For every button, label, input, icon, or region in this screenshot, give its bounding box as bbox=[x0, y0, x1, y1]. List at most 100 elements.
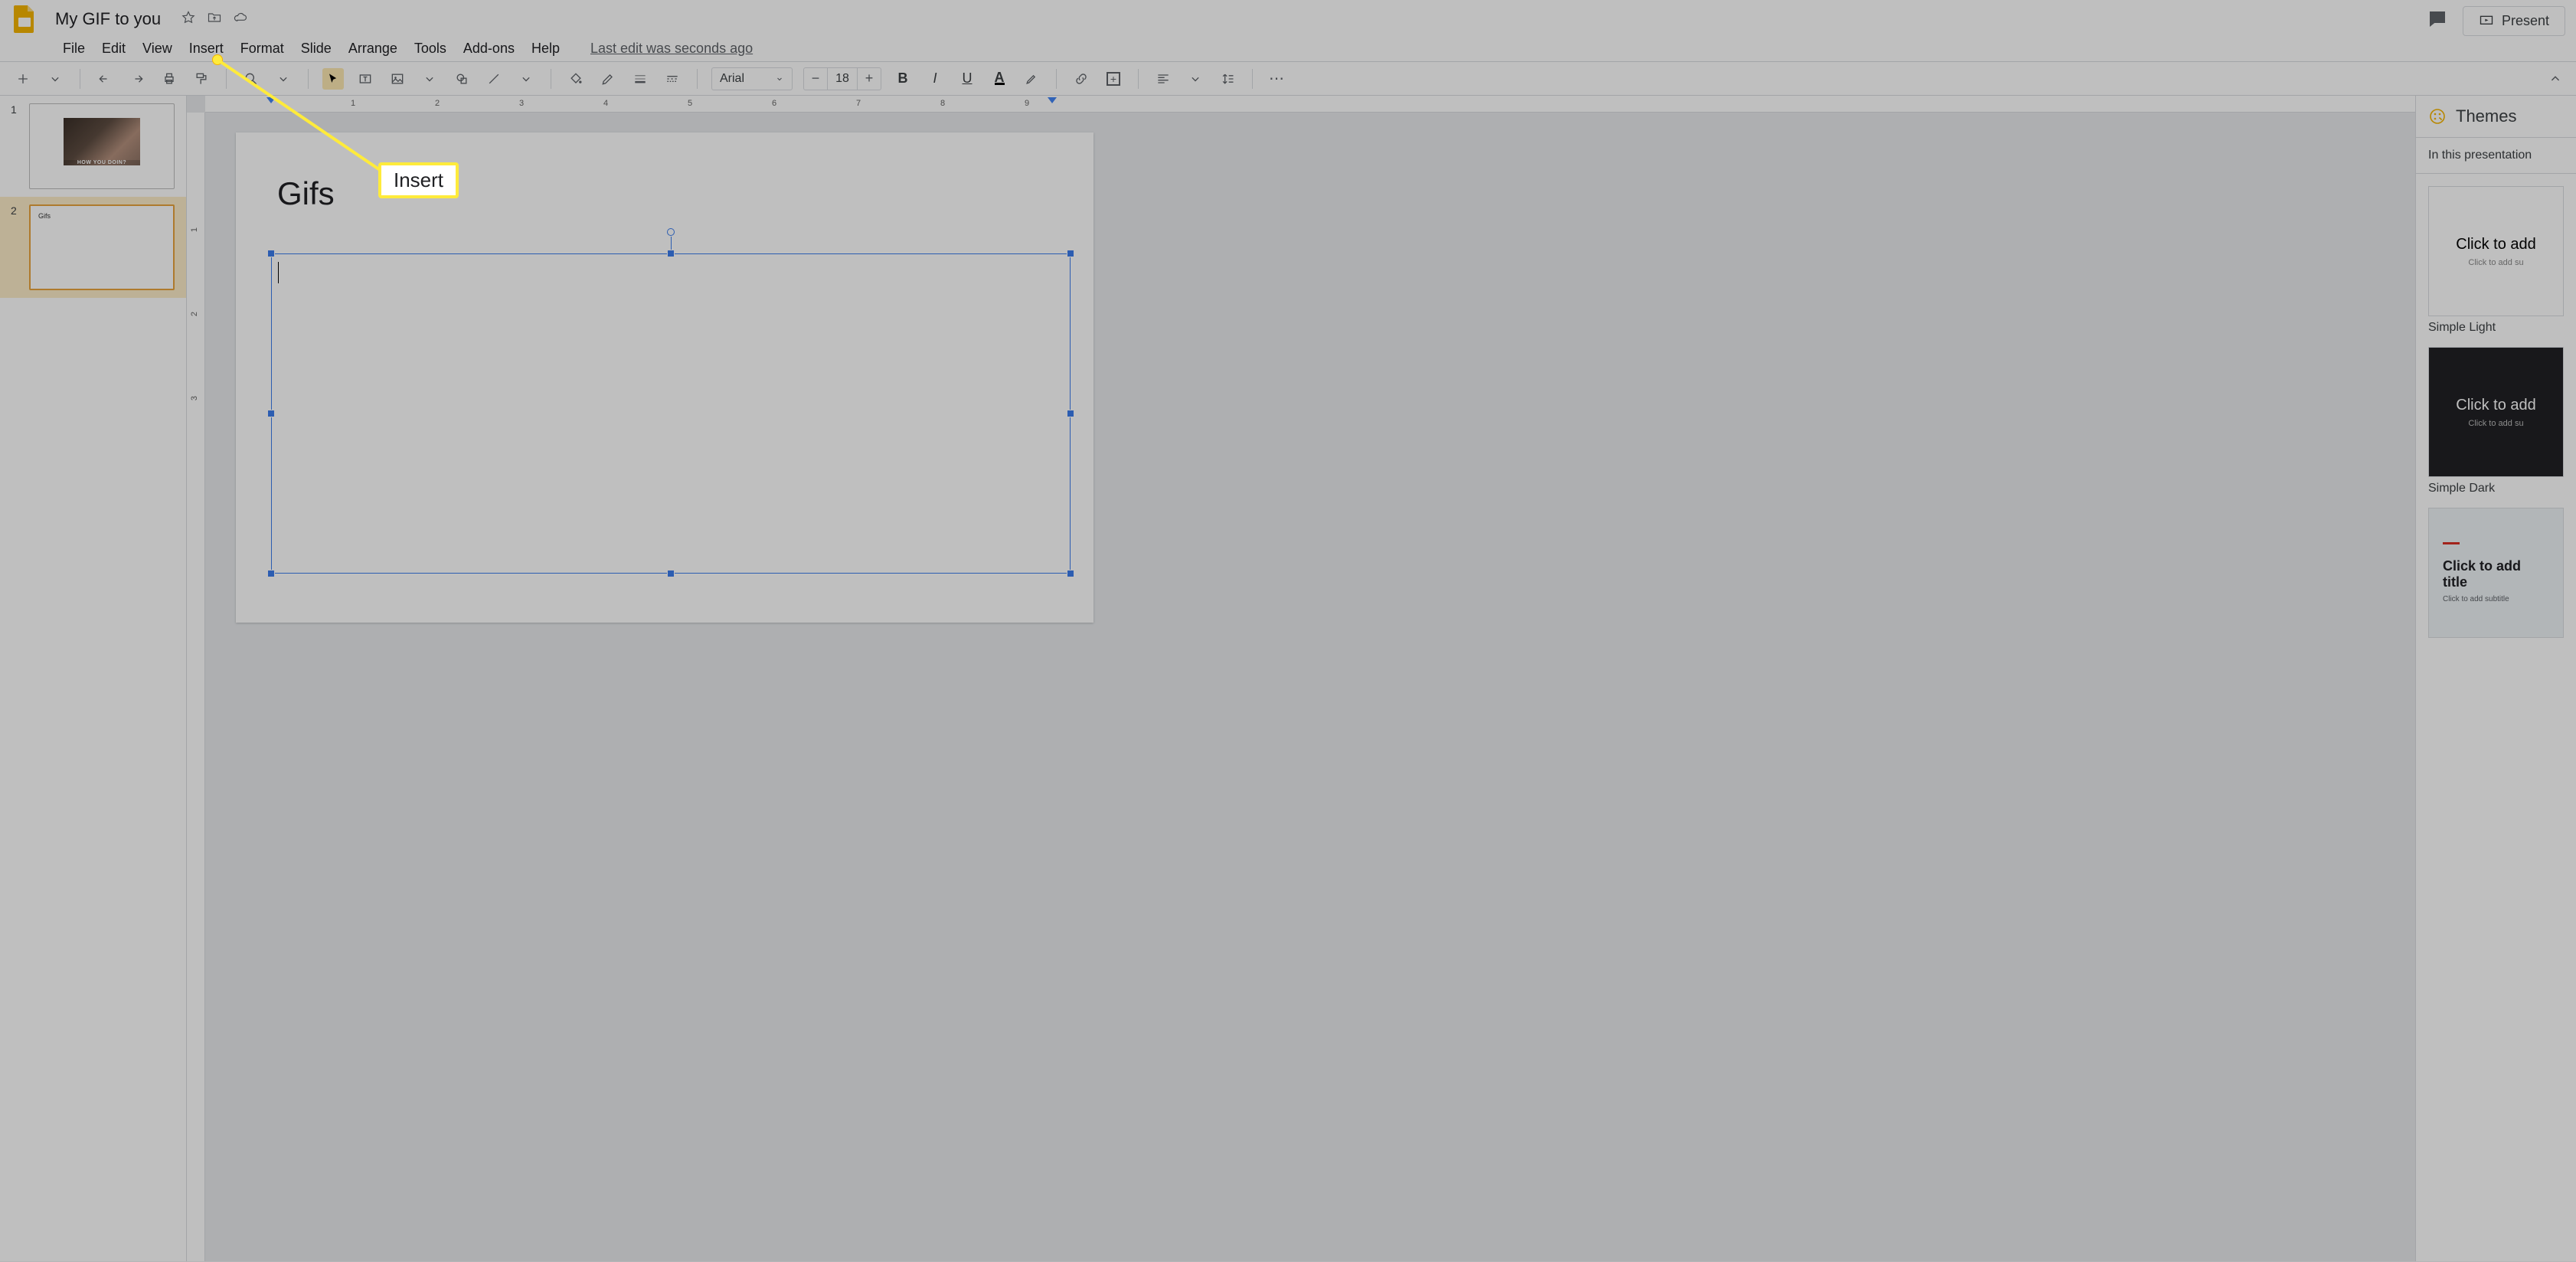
redo-button[interactable] bbox=[126, 68, 148, 90]
zoom-button[interactable] bbox=[240, 68, 262, 90]
rotate-handle[interactable] bbox=[667, 228, 675, 236]
theme-thumb-sub: Click to add su bbox=[2468, 419, 2523, 428]
theme-thumb-title: Click to add bbox=[2456, 397, 2536, 414]
canvas-area-wrapper: 1 2 3 4 5 6 7 8 9 1 2 3 Gifs bbox=[187, 96, 2415, 1261]
canvas-area[interactable]: Gifs bbox=[205, 113, 2415, 1261]
bold-button[interactable]: B bbox=[892, 68, 914, 90]
more-button[interactable]: ⋯ bbox=[1267, 68, 1288, 90]
line-tool[interactable] bbox=[483, 68, 505, 90]
undo-button[interactable] bbox=[94, 68, 116, 90]
vertical-ruler[interactable]: 1 2 3 bbox=[187, 113, 205, 1261]
slide-title-text[interactable]: Gifs bbox=[277, 175, 335, 212]
resize-handle-bl[interactable] bbox=[267, 570, 275, 577]
horizontal-ruler[interactable]: 1 2 3 4 5 6 7 8 9 bbox=[205, 96, 2415, 113]
menu-tools[interactable]: Tools bbox=[414, 41, 446, 57]
font-size-increase[interactable]: + bbox=[858, 70, 881, 87]
font-size-stepper[interactable]: − 18 + bbox=[803, 67, 881, 90]
theme-simple-light[interactable]: Click to add Click to add su bbox=[2428, 186, 2564, 316]
comments-icon[interactable] bbox=[2426, 8, 2449, 34]
title-icons bbox=[181, 10, 248, 29]
slide-canvas[interactable]: Gifs bbox=[236, 132, 1093, 623]
border-dash-button[interactable] bbox=[662, 68, 683, 90]
font-family-select[interactable]: Arial bbox=[711, 67, 793, 90]
star-icon[interactable] bbox=[181, 10, 196, 29]
themes-heading: Themes bbox=[2416, 96, 2576, 138]
underline-button[interactable]: U bbox=[956, 68, 978, 90]
border-weight-button[interactable] bbox=[629, 68, 651, 90]
line-spacing-button[interactable] bbox=[1217, 68, 1238, 90]
theme-simple-dark[interactable]: Click to add Click to add su bbox=[2428, 347, 2564, 477]
menu-edit[interactable]: Edit bbox=[102, 41, 126, 57]
thumbnail-frame[interactable]: Gifs bbox=[29, 204, 175, 290]
menu-arrange[interactable]: Arrange bbox=[348, 41, 397, 57]
thumbnail-image: HOW YOU DOIN? bbox=[64, 118, 140, 165]
select-tool[interactable] bbox=[322, 68, 344, 90]
line-dropdown[interactable] bbox=[515, 68, 537, 90]
ruler-tick: 1 bbox=[351, 99, 355, 108]
theme-accent-bar bbox=[2443, 542, 2460, 544]
slides-logo[interactable] bbox=[9, 4, 40, 34]
new-slide-button[interactable] bbox=[12, 68, 34, 90]
print-button[interactable] bbox=[159, 68, 180, 90]
callout-dot bbox=[213, 55, 222, 64]
fill-color-button[interactable] bbox=[565, 68, 587, 90]
themes-subheading: In this presentation bbox=[2416, 138, 2576, 174]
ruler-tick: 7 bbox=[856, 99, 861, 108]
body: 1 HOW YOU DOIN? 2 Gifs 1 2 3 4 5 6 7 8 bbox=[0, 96, 2576, 1261]
menu-file[interactable]: File bbox=[63, 41, 85, 57]
theme-thumb-title: Click to add bbox=[2456, 236, 2536, 253]
text-color-button[interactable]: A bbox=[989, 68, 1010, 90]
paint-format-button[interactable] bbox=[191, 68, 212, 90]
border-color-button[interactable] bbox=[597, 68, 619, 90]
cloud-saved-icon[interactable] bbox=[233, 10, 248, 29]
menu-format[interactable]: Format bbox=[240, 41, 284, 57]
resize-handle-rm[interactable] bbox=[1067, 410, 1074, 417]
resize-handle-tr[interactable] bbox=[1067, 250, 1074, 257]
present-button[interactable]: Present bbox=[2463, 6, 2565, 36]
align-button[interactable] bbox=[1152, 68, 1174, 90]
image-dropdown[interactable] bbox=[419, 68, 440, 90]
thumbnail-frame[interactable]: HOW YOU DOIN? bbox=[29, 103, 175, 189]
ruler-left-margin[interactable] bbox=[266, 97, 276, 103]
slide-thumbnail-1[interactable]: 1 HOW YOU DOIN? bbox=[0, 96, 186, 197]
menu-help[interactable]: Help bbox=[531, 41, 560, 57]
move-to-folder-icon[interactable] bbox=[207, 10, 222, 29]
font-size-value[interactable]: 18 bbox=[827, 68, 858, 90]
theme-title-slide[interactable]: Click to add title Click to add subtitle bbox=[2428, 508, 2564, 638]
italic-button[interactable]: I bbox=[924, 68, 946, 90]
shape-tool[interactable] bbox=[451, 68, 472, 90]
theme-thumb-sub: Click to add su bbox=[2468, 258, 2523, 267]
thumbnail-panel[interactable]: 1 HOW YOU DOIN? 2 Gifs bbox=[0, 96, 187, 1261]
comment-button[interactable]: + bbox=[1103, 68, 1124, 90]
menu-view[interactable]: View bbox=[142, 41, 172, 57]
selected-textbox[interactable] bbox=[271, 253, 1071, 574]
new-slide-dropdown[interactable] bbox=[44, 68, 66, 90]
menu-insert[interactable]: Insert bbox=[189, 41, 224, 57]
resize-handle-bm[interactable] bbox=[667, 570, 675, 577]
document-title[interactable]: My GIF to you bbox=[51, 8, 165, 31]
link-button[interactable] bbox=[1071, 68, 1092, 90]
theme-thumb-title: Click to add title bbox=[2443, 558, 2549, 590]
image-tool[interactable] bbox=[387, 68, 408, 90]
textbox-tool[interactable] bbox=[355, 68, 376, 90]
menu-slide[interactable]: Slide bbox=[301, 41, 332, 57]
resize-handle-tl[interactable] bbox=[267, 250, 275, 257]
ruler-right-margin[interactable] bbox=[1048, 97, 1057, 103]
title-row: My GIF to you bbox=[9, 3, 2567, 35]
themes-heading-label: Themes bbox=[2456, 106, 2516, 126]
collapse-toolbar-button[interactable] bbox=[2547, 70, 2564, 87]
resize-handle-tm[interactable] bbox=[667, 250, 675, 257]
ruler-tick: 4 bbox=[603, 99, 608, 108]
ruler-tick: 9 bbox=[1025, 99, 1029, 108]
font-size-decrease[interactable]: − bbox=[804, 70, 827, 87]
slide-thumbnail-2[interactable]: 2 Gifs bbox=[0, 197, 186, 298]
themes-panel[interactable]: Themes In this presentation Click to add… bbox=[2415, 96, 2576, 1261]
resize-handle-lm[interactable] bbox=[267, 410, 275, 417]
resize-handle-br[interactable] bbox=[1067, 570, 1074, 577]
highlight-button[interactable] bbox=[1021, 68, 1042, 90]
edit-status[interactable]: Last edit was seconds ago bbox=[590, 41, 753, 57]
menu-addons[interactable]: Add-ons bbox=[463, 41, 515, 57]
theme-name: Simple Light bbox=[2428, 321, 2564, 335]
zoom-dropdown[interactable] bbox=[273, 68, 294, 90]
align-dropdown[interactable] bbox=[1185, 68, 1206, 90]
